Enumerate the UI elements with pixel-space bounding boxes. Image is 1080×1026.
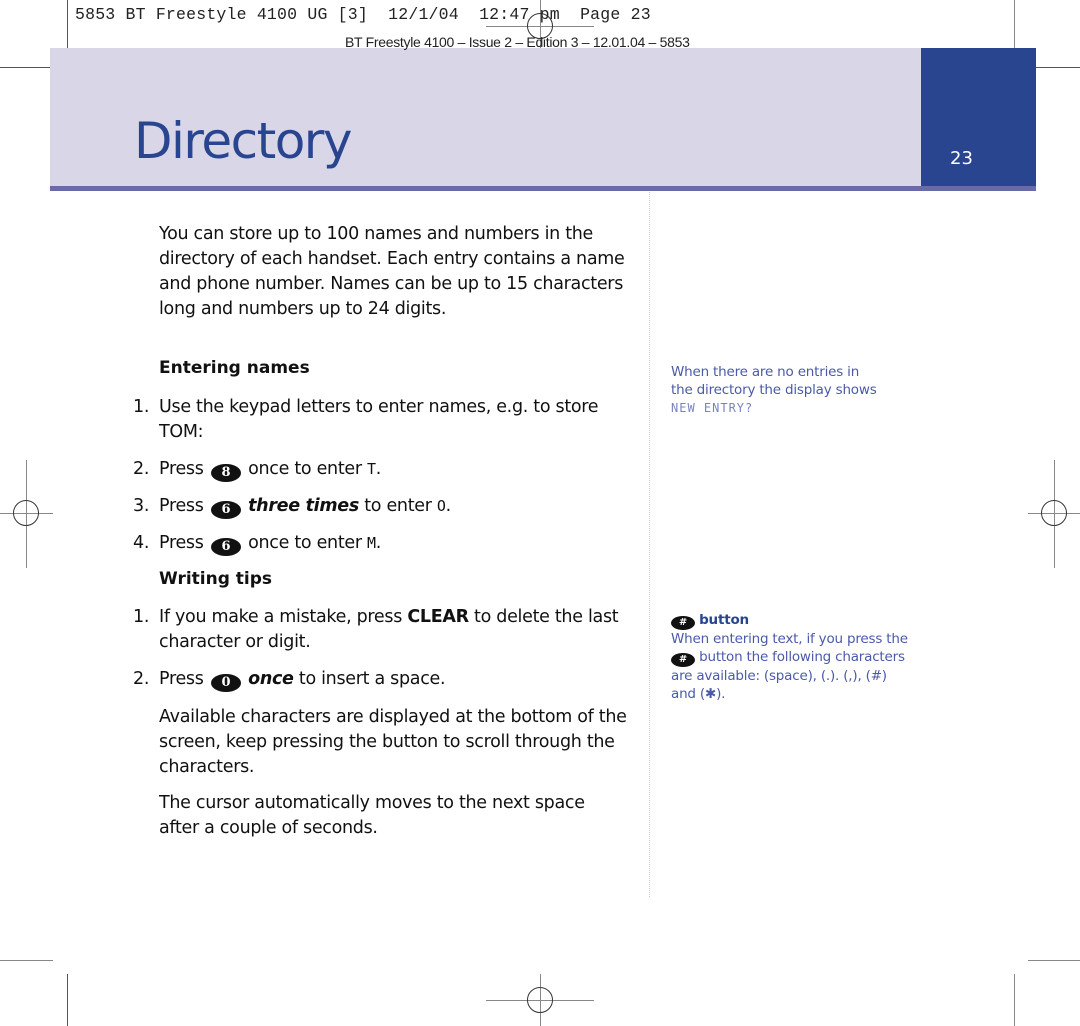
page-title: Directory (134, 112, 352, 170)
crop-mark (1028, 960, 1080, 961)
list-item: 2. Press 8 once to enter T. (133, 459, 382, 482)
side-note-title: button (699, 612, 749, 628)
display-text: NEW ENTRY? (671, 401, 754, 415)
hash-key-icon: # (671, 653, 695, 667)
crop-mark (0, 67, 53, 68)
crop-mark (1014, 0, 1015, 52)
display-char: M (367, 534, 376, 552)
display-char: T (367, 460, 376, 478)
key-0-icon: 0 (210, 674, 241, 692)
page-number: 23 (950, 148, 973, 169)
side-note-hash-button: # button When entering text, if you pres… (671, 612, 908, 702)
tip-paragraph: The cursor automatically moves to the ne… (159, 793, 585, 838)
tip-paragraph: Available characters are displayed at th… (159, 707, 627, 777)
crop-mark (67, 0, 68, 52)
list-item: 1. Use the keypad letters to enter names… (133, 397, 599, 442)
crop-mark (1014, 974, 1015, 1026)
list-item: 3. Press 6 three times to enter O. (133, 496, 451, 519)
list-item: 2. Press 0 once to insert a space. (133, 669, 446, 692)
side-note-empty-directory: When there are no entries in the directo… (671, 364, 877, 415)
crop-mark (0, 960, 53, 961)
print-slug-line: 5853 BT Freestyle 4100 UG [3] 12/1/04 12… (75, 5, 651, 24)
intro-paragraph: You can store up to 100 names and number… (159, 224, 625, 319)
header-rule (50, 186, 1036, 191)
hash-key-icon: # (671, 616, 695, 630)
column-divider (649, 192, 650, 897)
key-8-icon: 8 (210, 464, 241, 482)
crop-mark (67, 974, 68, 1026)
display-char: O (436, 497, 446, 515)
edition-line: BT Freestyle 4100 – Issue 2 – Edition 3 … (345, 34, 690, 50)
section-heading-writing-tips: Writing tips (159, 569, 273, 589)
clear-key-label: CLEAR (407, 607, 469, 627)
key-6-icon: 6 (210, 501, 241, 519)
page-tab (921, 48, 1036, 186)
section-heading-entering-names: Entering names (159, 358, 310, 378)
list-item: 1. If you make a mistake, press CLEAR to… (133, 607, 619, 652)
key-6-icon: 6 (210, 538, 241, 556)
list-item: 4. Press 6 once to enter M. (133, 533, 382, 556)
